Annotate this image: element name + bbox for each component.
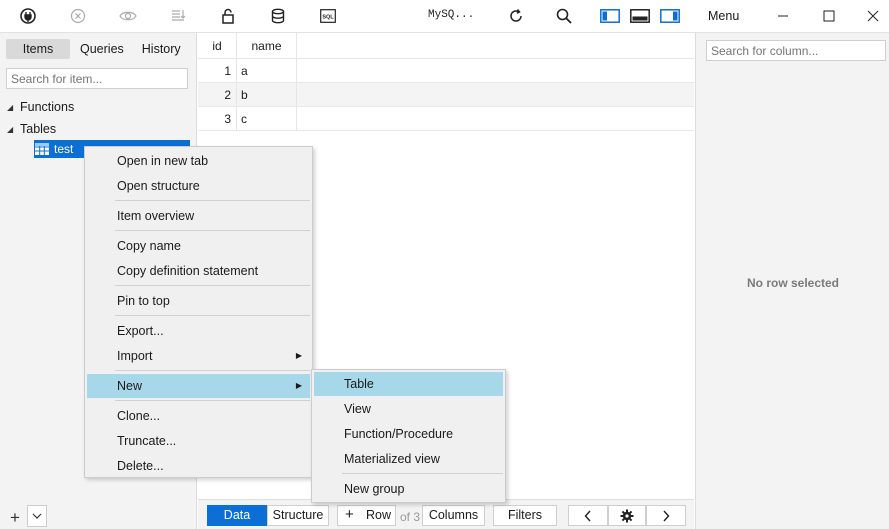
database-icon[interactable] <box>268 6 288 26</box>
plug-icon[interactable] <box>18 6 38 26</box>
submenu-item-materialized-view[interactable]: Materialized view <box>314 447 503 471</box>
settings-button[interactable] <box>608 505 646 526</box>
cell-name[interactable]: b <box>237 83 297 107</box>
submenu-arrow-icon: ▶ <box>295 381 302 390</box>
tree-item-test-label: test <box>54 142 74 156</box>
submenu-item-view[interactable]: View <box>314 397 503 421</box>
menu-item-open-in-new-tab[interactable]: Open in new tab <box>87 149 310 173</box>
table-row[interactable]: 1 a <box>198 59 694 83</box>
gear-icon <box>620 509 634 523</box>
submenu-item-function-procedure[interactable]: Function/Procedure <box>314 422 503 446</box>
table-row[interactable]: 3 c <box>198 107 694 131</box>
menu-item-import[interactable]: Import ▶ <box>87 344 310 368</box>
menu-item-import-label: Import <box>117 349 153 363</box>
cell-name[interactable]: a <box>237 59 297 83</box>
chevron-left-icon <box>584 510 591 522</box>
item-search-input[interactable] <box>6 68 188 89</box>
tab-history[interactable]: History <box>134 39 189 59</box>
maximize-icon[interactable] <box>816 4 842 28</box>
close-icon[interactable] <box>860 4 886 28</box>
left-tabs: Items Queries History <box>6 39 191 59</box>
minimize-icon[interactable] <box>770 4 796 28</box>
tree-tables[interactable]: ◢ Tables <box>7 122 56 136</box>
menu-separator <box>115 315 310 316</box>
plus-icon: + <box>345 506 354 523</box>
expand-triangle-icon[interactable]: ◢ <box>7 125 17 134</box>
cell-id[interactable]: 1 <box>198 59 237 83</box>
chevron-right-icon <box>663 510 670 522</box>
cancel-icon[interactable] <box>68 6 88 26</box>
menu-separator <box>115 285 310 286</box>
menu-separator <box>115 370 310 371</box>
new-submenu: Table View Function/Procedure Materializ… <box>311 369 506 503</box>
cell-id[interactable]: 2 <box>198 83 237 107</box>
tab-queries[interactable]: Queries <box>72 39 132 59</box>
chevron-down-icon <box>32 513 42 519</box>
add-row-button[interactable]: + Row <box>337 505 396 526</box>
menu-item-new-label: New <box>117 379 143 393</box>
layout-left-icon[interactable] <box>600 6 620 26</box>
menu-separator <box>115 400 310 401</box>
submenu-arrow-icon: ▶ <box>295 351 302 360</box>
cell-name[interactable]: c <box>237 107 297 131</box>
layout-right-icon[interactable] <box>660 6 680 26</box>
row-count-label: of 3 <box>400 510 421 524</box>
menu-separator <box>115 200 310 201</box>
column-header-id[interactable]: id <box>198 33 237 59</box>
connection-name[interactable]: MySQ... <box>428 9 474 21</box>
tree-functions-label: Functions <box>20 100 75 114</box>
menu-item-truncate[interactable]: Truncate... <box>87 429 310 453</box>
tree-functions[interactable]: ◢ Functions <box>7 100 74 114</box>
add-button[interactable]: + <box>6 508 24 527</box>
sql-icon[interactable]: SQL <box>318 6 338 26</box>
submenu-item-new-group[interactable]: New group <box>314 477 503 501</box>
menu-item-clone[interactable]: Clone... <box>87 404 310 428</box>
tab-items[interactable]: Items <box>6 39 70 59</box>
search-icon[interactable] <box>554 6 574 26</box>
eye-icon[interactable] <box>118 6 138 26</box>
menu-item-copy-definition[interactable]: Copy definition statement <box>87 259 310 283</box>
menu-button[interactable]: Menu <box>708 9 739 23</box>
previous-page-button[interactable] <box>568 505 608 526</box>
data-tab-button[interactable]: Data <box>207 505 267 526</box>
add-dropdown-button[interactable] <box>27 505 47 527</box>
empty-state-text: No row selected <box>746 276 840 290</box>
menu-separator <box>342 473 503 474</box>
menu-item-export[interactable]: Export... <box>87 319 310 343</box>
menu-item-open-structure[interactable]: Open structure <box>87 174 310 198</box>
columns-button[interactable]: Columns <box>422 505 485 526</box>
toolbar: SQL MySQ... Menu <box>0 0 889 33</box>
menu-separator <box>115 230 310 231</box>
row-detail-panel: No row selected <box>695 33 889 529</box>
table-row[interactable]: 2 b <box>198 83 694 107</box>
menu-item-copy-name[interactable]: Copy name <box>87 234 310 258</box>
lock-icon[interactable] <box>218 6 238 26</box>
menu-item-delete[interactable]: Delete... <box>87 454 310 478</box>
sort-icon[interactable] <box>168 6 188 26</box>
column-header-name[interactable]: name <box>237 33 297 59</box>
menu-item-pin-to-top[interactable]: Pin to top <box>87 289 310 313</box>
refresh-icon[interactable] <box>506 6 526 26</box>
table-icon <box>35 143 49 155</box>
submenu-item-table[interactable]: Table <box>314 372 503 396</box>
column-header-filler <box>297 33 694 59</box>
svg-text:SQL: SQL <box>322 15 334 21</box>
layout-bottom-icon[interactable] <box>630 6 650 26</box>
cell-id[interactable]: 3 <box>198 107 237 131</box>
add-row-label: Row <box>366 508 392 522</box>
tree-tables-label: Tables <box>20 122 57 136</box>
menu-item-item-overview[interactable]: Item overview <box>87 204 310 228</box>
next-page-button[interactable] <box>646 505 686 526</box>
filters-button[interactable]: Filters <box>493 505 557 526</box>
column-search-input[interactable] <box>706 40 886 61</box>
expand-triangle-icon[interactable]: ◢ <box>7 103 17 112</box>
structure-tab-button[interactable]: Structure <box>267 505 329 526</box>
bottom-toolbar: Data Structure + Row of 3 Columns Filter… <box>198 499 694 529</box>
menu-item-new[interactable]: New ▶ <box>87 374 310 398</box>
context-menu: Open in new tab Open structure Item over… <box>84 146 313 478</box>
